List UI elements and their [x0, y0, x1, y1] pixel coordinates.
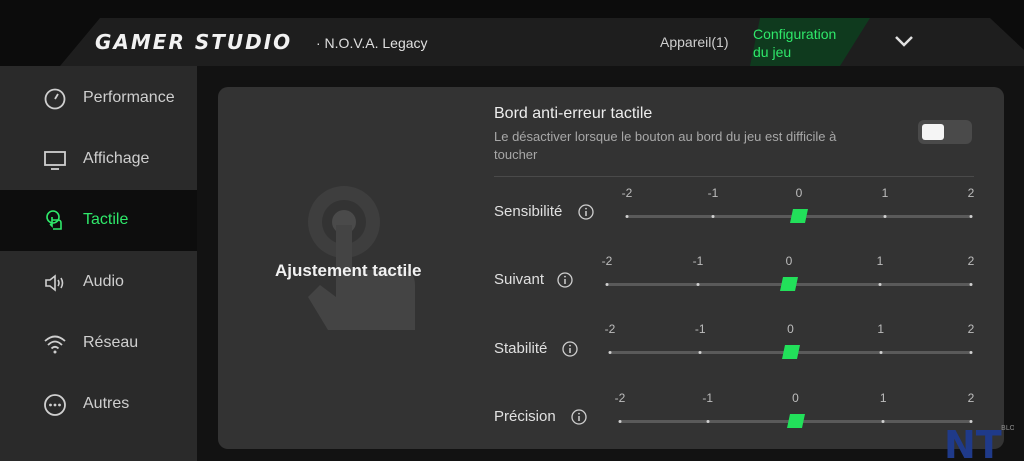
slider-thumb[interactable] — [790, 209, 808, 223]
touch-hand-icon — [308, 186, 415, 330]
info-icon[interactable] — [578, 204, 594, 220]
svg-text:NT: NT — [944, 423, 1002, 461]
sidebar-item-network[interactable]: Réseau — [0, 313, 197, 374]
tick-mark — [881, 420, 885, 423]
sidebar-item-label: Affichage — [83, 150, 150, 167]
tick-mark — [698, 351, 702, 354]
slider-label: Précision — [494, 408, 556, 425]
sidebar-item-label: Tactile — [83, 211, 129, 228]
tick-mark — [618, 420, 622, 423]
tick-mark — [711, 215, 715, 218]
tab-game-config[interactable]: Configuration du jeu — [753, 25, 863, 61]
tick-label: 2 — [967, 391, 975, 405]
tick-label: -1 — [707, 186, 719, 200]
info-icon[interactable] — [562, 341, 578, 357]
info-icon[interactable] — [557, 272, 573, 288]
tab-game-config-line1: Configuration — [753, 26, 837, 42]
tick-label: 2 — [967, 254, 975, 268]
tick-label: 1 — [881, 186, 889, 200]
slider-thumb[interactable] — [781, 345, 800, 359]
tick-mark — [878, 283, 882, 286]
tick-label: 1 — [876, 254, 884, 268]
divider — [494, 176, 974, 177]
slider-label: Sensibilité — [494, 203, 563, 220]
brand-logo: GAMER STUDIO — [95, 30, 293, 54]
sidebar-item-touch[interactable]: Tactile — [0, 190, 197, 251]
tick-label: 0 — [785, 254, 793, 268]
tick-label: 0 — [787, 322, 794, 336]
wifi-icon — [44, 335, 66, 354]
tick-label: -1 — [694, 322, 706, 336]
sidebar-item-others[interactable]: Autres — [0, 374, 197, 435]
touch-icon — [46, 210, 62, 230]
tick-label: 1 — [879, 391, 887, 405]
more-icon — [44, 394, 66, 416]
tick-mark — [625, 215, 629, 218]
slider-thumb[interactable] — [780, 277, 798, 291]
tick-label: 0 — [792, 391, 799, 405]
tick-mark — [879, 351, 883, 354]
chevron-down-icon[interactable] — [893, 33, 915, 49]
tick-label: 0 — [795, 186, 803, 200]
sidebar-item-label: Réseau — [83, 334, 139, 351]
sidebar-item-display[interactable]: Affichage — [0, 129, 197, 190]
sidebar-item-label: Performance — [83, 89, 175, 106]
tick-label: 2 — [967, 322, 975, 336]
slider-label: Stabilité — [494, 340, 548, 357]
tick-mark — [696, 283, 700, 286]
tick-label: -2 — [621, 186, 633, 200]
tick-label: 2 — [967, 186, 975, 200]
anti-error-toggle[interactable] — [918, 120, 972, 144]
tick-label: -2 — [604, 322, 616, 336]
svg-text:BLOG: BLOG — [1001, 424, 1014, 432]
tick-mark — [883, 215, 887, 218]
panel-title: Ajustement tactile — [275, 261, 422, 280]
tick-label: -2 — [614, 391, 626, 405]
monitor-icon — [44, 151, 66, 170]
sidebar-item-audio[interactable]: Audio — [0, 252, 197, 313]
tick-mark — [706, 420, 710, 423]
tick-mark — [969, 215, 973, 218]
tab-game-config-line2: du jeu — [753, 44, 792, 60]
tick-label: -2 — [601, 254, 613, 268]
sidebar-item-label: Autres — [83, 395, 130, 412]
tick-mark — [969, 283, 973, 286]
tick-label: -1 — [692, 254, 704, 268]
gauge-icon — [44, 88, 66, 110]
slider-thumb[interactable] — [786, 414, 805, 428]
slider-label: Suivant — [494, 271, 545, 288]
tick-label: -1 — [702, 391, 714, 405]
tick-mark — [608, 351, 612, 354]
option-description: Le désactiver lorsque le bouton au bord … — [494, 129, 837, 162]
tick-mark — [605, 283, 609, 286]
speaker-icon — [45, 274, 64, 292]
toggle-knob — [922, 124, 944, 140]
info-icon[interactable] — [571, 409, 587, 425]
sidebar: Performance Affichage Tactile Audio Rése… — [0, 66, 197, 461]
game-title: · N.O.V.A. Legacy — [316, 35, 428, 51]
sidebar-item-performance[interactable]: Performance — [0, 68, 197, 129]
option-title: Bord anti-erreur tactile — [494, 105, 653, 122]
tick-label: 1 — [877, 322, 885, 336]
tab-device[interactable]: Appareil(1) — [660, 34, 728, 50]
tick-mark — [969, 351, 973, 354]
watermark-logo: NT BLOG — [944, 423, 1014, 461]
top-bar: GAMER STUDIO · N.O.V.A. Legacy Appareil(… — [0, 0, 1024, 66]
sidebar-item-label: Audio — [83, 273, 124, 290]
